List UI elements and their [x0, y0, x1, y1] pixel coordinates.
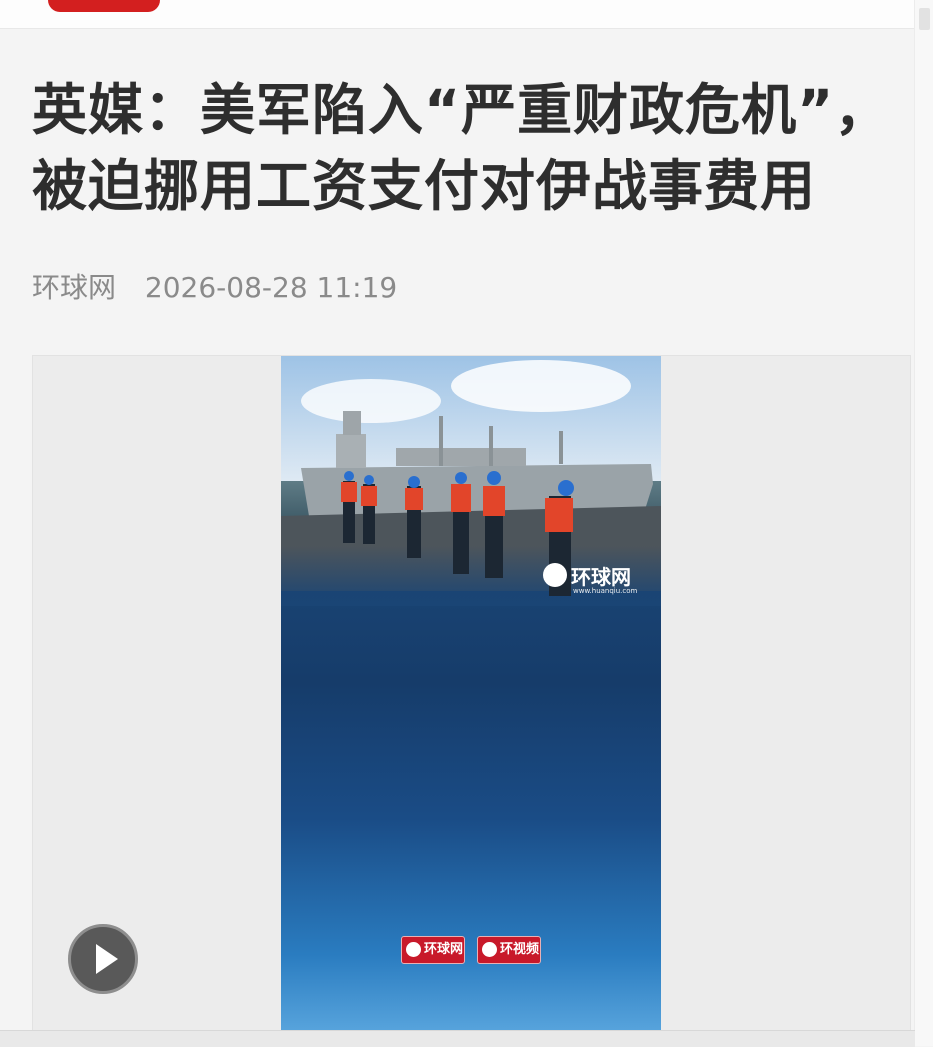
article-source[interactable]: 环球网 — [32, 271, 116, 304]
badge-label: 环球网 — [424, 942, 464, 957]
article-title: 英媒：美军陷入“严重财政危机”，被迫挪用工资支付对伊战事费用 — [32, 78, 891, 218]
badge-label: 环视频 — [500, 942, 540, 957]
bottom-toolbar — [0, 1030, 915, 1047]
video-badge-icon — [482, 942, 497, 957]
scrollbar[interactable] — [914, 0, 933, 1046]
video-player[interactable]: 环球网 www.huanqiu.com 环球网 环视频 — [32, 355, 911, 1037]
video-poster[interactable]: 环球网 www.huanqiu.com 环球网 环视频 — [281, 356, 661, 1036]
play-button[interactable] — [68, 924, 138, 994]
site-logo[interactable] — [48, 0, 160, 12]
huanqiu-badge-icon — [406, 942, 421, 957]
play-icon — [96, 944, 118, 974]
badge-huanshipin: 环视频 — [477, 936, 541, 964]
article-meta: 环球网 2026-08-28 11:19 — [32, 268, 397, 308]
watermark-url: www.huanqiu.com — [573, 587, 638, 595]
badge-huanqiu: 环球网 — [401, 936, 465, 964]
huanqiu-logo-icon — [543, 563, 567, 587]
scrollbar-thumb[interactable] — [919, 8, 930, 30]
article-datetime: 2026-08-28 11:19 — [144, 271, 398, 304]
watermark-logo-text: 环球网 — [571, 565, 631, 589]
top-bar — [0, 0, 933, 29]
